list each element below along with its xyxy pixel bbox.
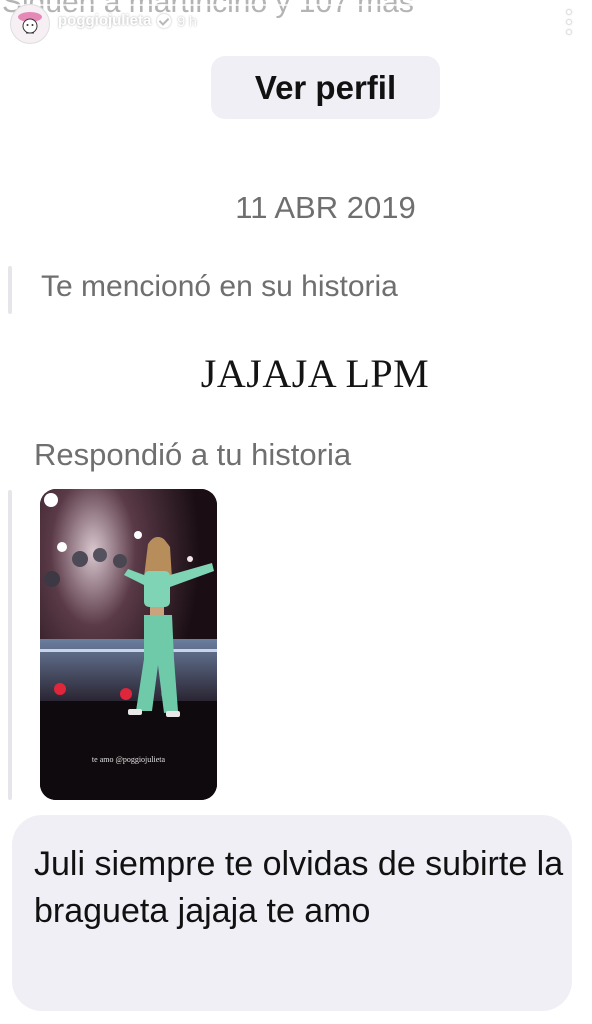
reply-rule	[8, 490, 12, 800]
mention-rule	[8, 266, 12, 314]
avatar-sticker-icon	[11, 5, 49, 43]
mention-label: Te mencionó en su historia	[41, 270, 398, 303]
view-profile-button[interactable]: Ver perfil	[211, 56, 440, 119]
story-thumbnail-caption: te amo @poggiojulieta	[91, 755, 166, 764]
message-bubble[interactable]: Juli siempre te olvidas de subirte la br…	[12, 815, 572, 1011]
story-time: 9 h	[177, 12, 197, 29]
story-header: Siguen a martincirio y 107 más poggiojul…	[0, 0, 592, 46]
story-username[interactable]: poggiojulieta	[58, 12, 151, 29]
verified-icon	[157, 13, 172, 28]
username-row: poggiojulieta 9 h	[58, 12, 197, 29]
avatar[interactable]	[10, 4, 50, 44]
concert-photo	[40, 489, 217, 800]
conversation-date: 11 ABR 2019	[235, 190, 416, 225]
story-thumbnail[interactable]: te amo @poggiojulieta	[40, 489, 217, 800]
message-text: Juli siempre te olvidas de subirte la br…	[34, 845, 564, 930]
mention-story-text[interactable]: JAJAJA LPM	[0, 350, 592, 397]
story-progress-bar	[8, 4, 584, 6]
reply-label: Respondió a tu historia	[34, 437, 352, 472]
check-badge-icon	[44, 493, 58, 507]
more-vertical-icon[interactable]	[566, 10, 572, 34]
